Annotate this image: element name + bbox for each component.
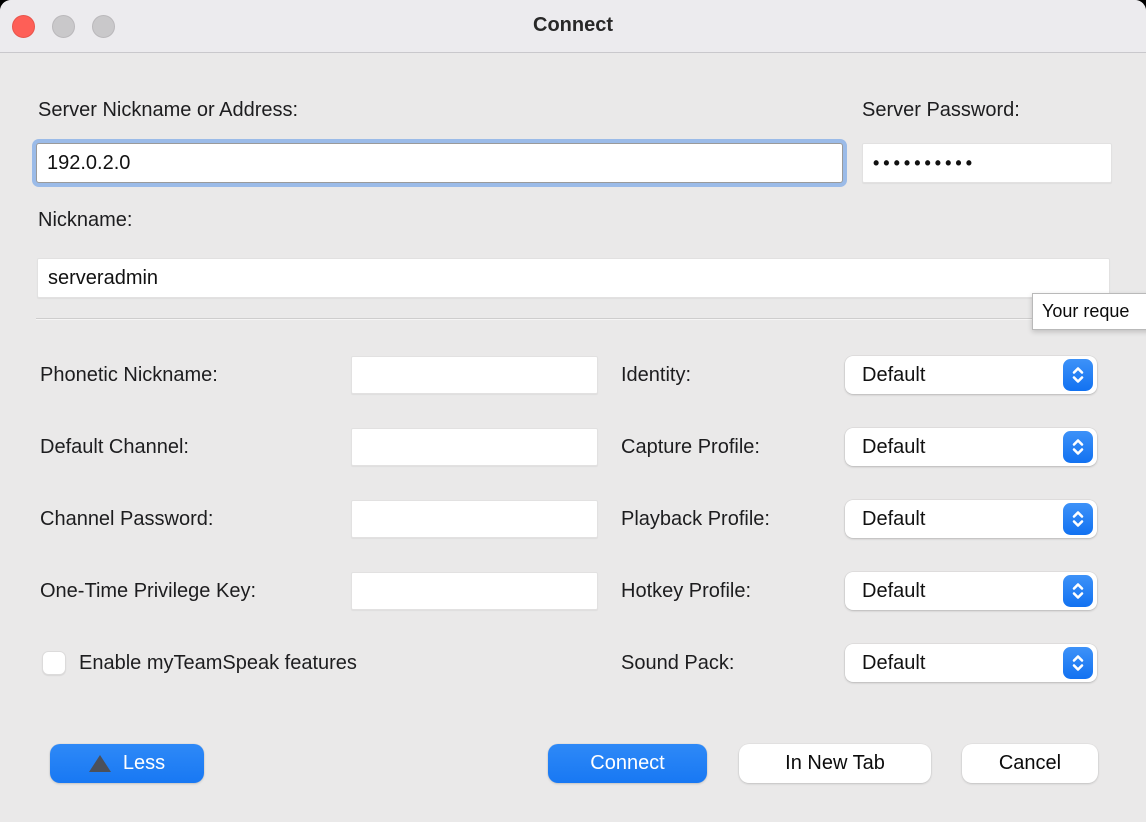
minimize-window-icon [52, 15, 75, 38]
server-password-label: Server Password: [862, 99, 1020, 122]
section-divider [36, 318, 1110, 320]
sound-pack-dropdown-value: Default [862, 644, 925, 682]
less-button[interactable]: Less [50, 744, 204, 783]
hotkey-profile-dropdown[interactable]: Default [845, 572, 1097, 610]
chevron-up-down-icon [1063, 503, 1093, 535]
hotkey-profile-label: Hotkey Profile: [621, 572, 751, 610]
in-new-tab-button-label: In New Tab [785, 752, 885, 775]
cancel-button[interactable]: Cancel [962, 744, 1098, 783]
capture-profile-dropdown[interactable]: Default [845, 428, 1097, 466]
chevron-up-down-icon [1063, 575, 1093, 607]
titlebar: Connect [0, 0, 1146, 53]
channel-password-input[interactable] [351, 500, 598, 538]
identity-label: Identity: [621, 356, 691, 394]
identity-dropdown-value: Default [862, 356, 925, 394]
cancel-button-label: Cancel [999, 752, 1061, 775]
chevron-up-down-icon [1063, 431, 1093, 463]
connect-dialog: Connect Server Nickname or Address: Serv… [0, 0, 1146, 822]
close-window-icon[interactable] [12, 15, 35, 38]
privilege-key-input[interactable] [351, 572, 598, 610]
tooltip: Your reque [1032, 293, 1146, 330]
myteamspeak-checkbox[interactable] [42, 651, 66, 675]
in-new-tab-button[interactable]: In New Tab [739, 744, 931, 783]
zoom-window-icon [92, 15, 115, 38]
collapse-arrow-icon [89, 755, 111, 772]
default-channel-label: Default Channel: [40, 428, 189, 466]
hotkey-profile-dropdown-value: Default [862, 572, 925, 610]
default-channel-input[interactable] [351, 428, 598, 466]
myteamspeak-checkbox-label: Enable myTeamSpeak features [79, 644, 357, 682]
connect-button[interactable]: Connect [548, 744, 707, 783]
sound-pack-label: Sound Pack: [621, 644, 734, 682]
playback-profile-dropdown[interactable]: Default [845, 500, 1097, 538]
channel-password-label: Channel Password: [40, 500, 213, 538]
server-address-label: Server Nickname or Address: [38, 99, 298, 122]
privilege-key-label: One-Time Privilege Key: [40, 572, 256, 610]
capture-profile-dropdown-value: Default [862, 428, 925, 466]
nickname-input[interactable] [37, 258, 1110, 298]
connect-button-label: Connect [590, 752, 665, 775]
chevron-up-down-icon [1063, 647, 1093, 679]
chevron-up-down-icon [1063, 359, 1093, 391]
capture-profile-label: Capture Profile: [621, 428, 760, 466]
server-address-input[interactable] [36, 143, 843, 183]
window-title: Connect [0, 0, 1146, 53]
server-password-input[interactable] [862, 143, 1112, 183]
less-button-label: Less [123, 752, 165, 775]
playback-profile-label: Playback Profile: [621, 500, 770, 538]
playback-profile-dropdown-value: Default [862, 500, 925, 538]
identity-dropdown[interactable]: Default [845, 356, 1097, 394]
phonetic-nickname-label: Phonetic Nickname: [40, 356, 218, 394]
sound-pack-dropdown[interactable]: Default [845, 644, 1097, 682]
phonetic-nickname-input[interactable] [351, 356, 598, 394]
nickname-label: Nickname: [38, 209, 132, 232]
